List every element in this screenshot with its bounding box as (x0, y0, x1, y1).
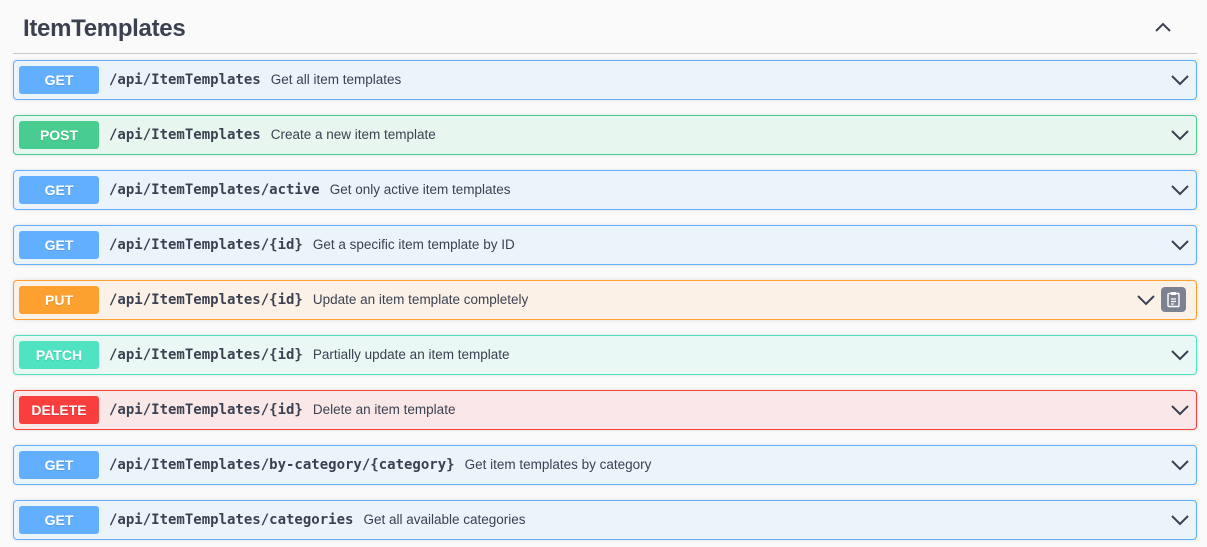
chevron-down-icon[interactable] (1170, 235, 1190, 255)
operation-path: /api/ItemTemplates/{id} Update an item te… (109, 292, 529, 308)
chevron-down-icon[interactable] (1170, 125, 1190, 145)
chevron-down-icon[interactable] (1170, 400, 1190, 420)
operation-summary: Create a new item template (270, 127, 436, 142)
method-badge: POST (19, 121, 99, 149)
section-title: ItemTemplates (23, 15, 186, 42)
operation-path: /api/ItemTemplates/active Get only active… (109, 182, 511, 198)
operation-post-item-templates[interactable]: POST /api/ItemTemplates Create a new item… (13, 115, 1197, 155)
chevron-down-icon[interactable] (1170, 455, 1190, 475)
operation-path: /api/ItemTemplates/{id} Delete an item te… (109, 402, 456, 418)
chevron-down-icon[interactable] (1170, 510, 1190, 530)
chevron-down-icon[interactable] (1170, 180, 1190, 200)
method-badge: PUT (19, 286, 99, 314)
operation-summary: Partially update an item template (312, 347, 510, 362)
chevron-down-icon[interactable] (1170, 70, 1190, 90)
operation-summary: Update an item template completely (312, 292, 529, 307)
operation-path: /api/ItemTemplates/{id} Get a specific it… (109, 237, 515, 253)
method-badge: GET (19, 66, 99, 94)
operation-summary: Get a specific item template by ID (312, 237, 515, 252)
method-badge: GET (19, 176, 99, 204)
operation-get-by-category[interactable]: GET /api/ItemTemplates/by-category/{cate… (13, 445, 1197, 485)
method-badge: PATCH (19, 341, 99, 369)
chevron-down-icon[interactable] (1170, 345, 1190, 365)
operation-path: /api/ItemTemplates/by-category/{category… (109, 457, 652, 473)
operation-summary: Get all item templates (270, 72, 402, 87)
section-header[interactable]: ItemTemplates (13, 0, 1197, 54)
operation-get-categories[interactable]: GET /api/ItemTemplates/categories Get all… (13, 500, 1197, 540)
operation-path: /api/ItemTemplates Get all item templates (109, 72, 402, 88)
operation-patch-template[interactable]: PATCH /api/ItemTemplates/{id} Partially u… (13, 335, 1197, 375)
operation-delete-template[interactable]: DELETE /api/ItemTemplates/{id} Delete an … (13, 390, 1197, 430)
operation-path: /api/ItemTemplates/{id} Partially update … (109, 347, 510, 363)
chevron-down-icon[interactable] (1136, 290, 1156, 310)
copy-to-clipboard-icon[interactable] (1161, 287, 1186, 312)
operation-get-active-templates[interactable]: GET /api/ItemTemplates/active Get only ac… (13, 170, 1197, 210)
operation-put-template[interactable]: PUT /api/ItemTemplates/{id} Update an ite… (13, 280, 1197, 320)
chevron-up-icon[interactable] (1151, 16, 1175, 40)
method-badge: GET (19, 451, 99, 479)
item-templates-section: ItemTemplates GET /api/ItemTemplates Get … (0, 0, 1207, 547)
operation-get-item-templates[interactable]: GET /api/ItemTemplates Get all item templ… (13, 60, 1197, 100)
operation-path: /api/ItemTemplates/categories Get all ava… (109, 512, 526, 528)
method-badge: GET (19, 231, 99, 259)
method-badge: DELETE (19, 396, 99, 424)
operation-summary: Get item templates by category (464, 457, 652, 472)
operation-get-template-by-id[interactable]: GET /api/ItemTemplates/{id} Get a specifi… (13, 225, 1197, 265)
operation-summary: Get only active item templates (329, 182, 511, 197)
method-badge: GET (19, 506, 99, 534)
operation-summary: Delete an item template (312, 402, 456, 417)
operation-path: /api/ItemTemplates Create a new item temp… (109, 127, 436, 143)
operation-summary: Get all available categories (363, 512, 526, 527)
